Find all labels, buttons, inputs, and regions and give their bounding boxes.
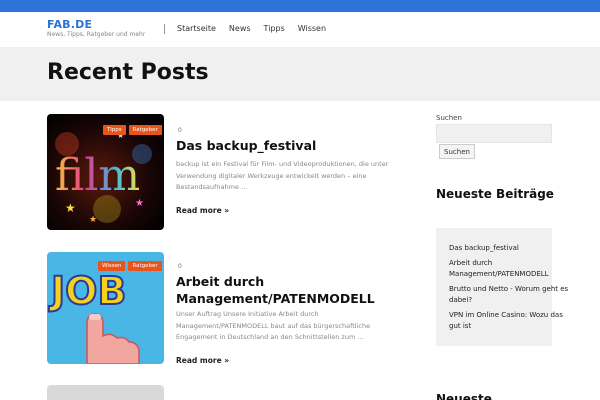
top-accent-bar — [0, 0, 600, 12]
recent-post-link[interactable]: Brutto und Netto - Worum geht es dabei? — [449, 284, 569, 306]
tag-badge[interactable]: Ratgeber — [128, 261, 162, 271]
nav-item-news[interactable]: News — [229, 24, 251, 34]
search-input[interactable] — [436, 124, 552, 143]
page-title: Recent Posts — [47, 60, 209, 85]
post-title[interactable]: Arbeit durch Management/PATENMODELL — [176, 273, 416, 307]
recent-posts-list: Das backup_festival Arbeit durch Managem… — [449, 243, 569, 336]
sidebar-heading: Neueste — [436, 392, 492, 400]
recent-post-link[interactable]: VPN im Online Casino: Wozu das gut ist — [449, 310, 569, 332]
search-button[interactable]: Suchen — [439, 144, 475, 159]
post-excerpt: Unser Auftrag Unsere Initiative Arbeit d… — [176, 310, 371, 341]
post-title[interactable]: Das backup_festival — [176, 137, 416, 154]
recent-posts-heading: Neueste Beiträge — [436, 187, 554, 201]
tag-badge[interactable]: Ratgeber — [128, 125, 162, 135]
tag-badge[interactable]: Tipps — [103, 125, 126, 135]
nav-item-tipps[interactable]: Tipps — [264, 24, 285, 34]
svg-text:★: ★ — [65, 201, 76, 215]
nav-item-wissen[interactable]: Wissen — [298, 24, 326, 34]
recent-post-link[interactable]: Arbeit durch Management/PATENMODELL — [449, 258, 569, 280]
read-more-link[interactable]: Read more » — [176, 206, 229, 215]
nav-item-startseite[interactable]: Startseite — [177, 24, 216, 34]
site-header: FAB.DE News, Tipps, Ratgeber und mehr St… — [0, 12, 600, 47]
film-image-text: film — [55, 150, 140, 201]
job-image-text: JOB — [48, 269, 126, 313]
search-label: Suchen — [436, 114, 462, 122]
comment-count[interactable]: 0 — [178, 263, 182, 270]
read-more-link[interactable]: Read more » — [176, 356, 229, 365]
recent-post-link[interactable]: Das backup_festival — [449, 243, 569, 254]
site-title[interactable]: FAB.DE — [47, 19, 145, 31]
svg-text:★: ★ — [135, 198, 144, 209]
post-excerpt: backup ist ein Festival für Film- und Vi… — [176, 160, 389, 191]
comment-count[interactable]: 0 — [178, 127, 182, 134]
site-tagline: News, Tipps, Ratgeber und mehr — [47, 31, 146, 38]
tag-badge[interactable]: Wissen — [98, 261, 126, 271]
site-brand[interactable]: FAB.DE News, Tipps, Ratgeber und mehr — [47, 19, 145, 39]
post-thumbnail[interactable] — [47, 385, 164, 400]
main-nav: Startseite News Tipps Wissen — [177, 24, 326, 34]
svg-text:★: ★ — [89, 215, 97, 225]
post-tags: Tipps Ratgeber — [103, 125, 162, 135]
post-tags: Wissen Ratgeber — [98, 261, 162, 271]
nav-divider — [164, 24, 165, 34]
